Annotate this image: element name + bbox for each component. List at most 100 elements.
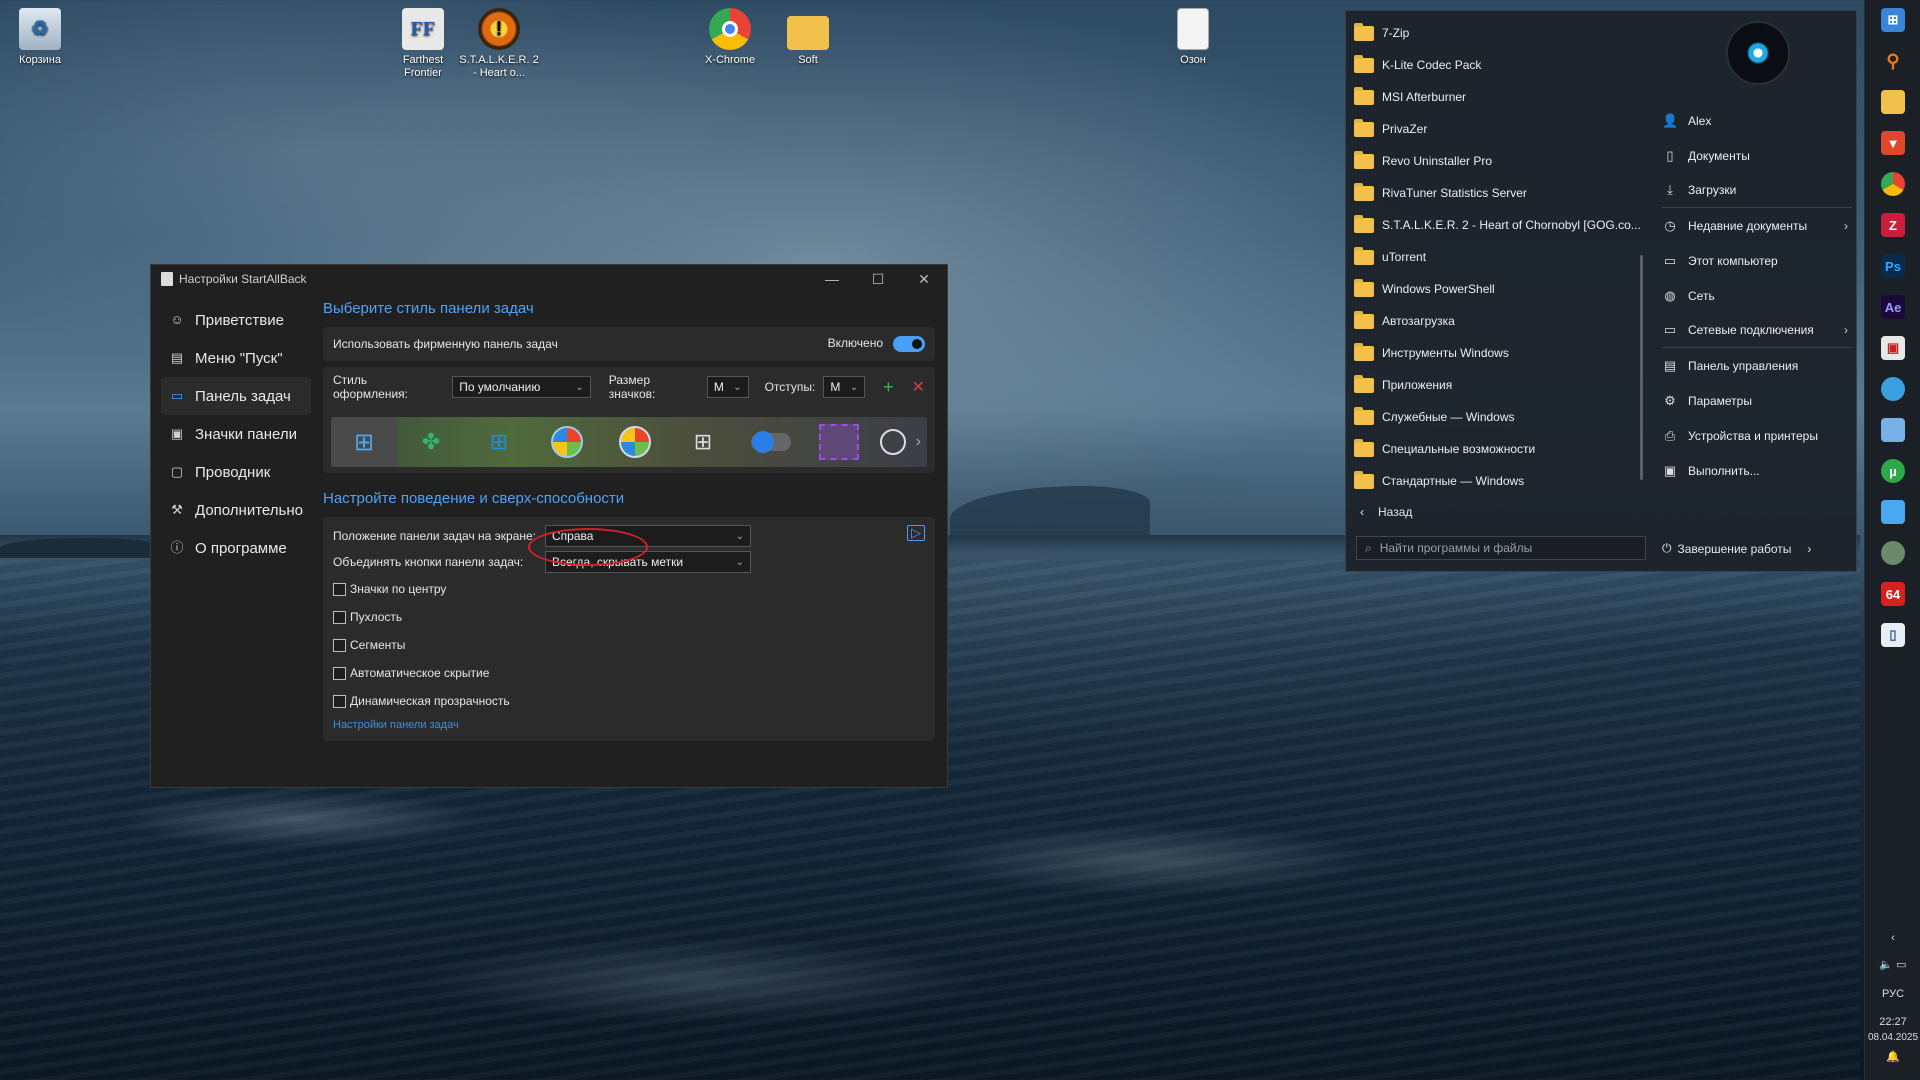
desktop-icon-recycle-bin[interactable]: ♻ Корзина (0, 8, 80, 67)
desktop-icon-soft[interactable]: Soft (768, 8, 848, 67)
maximize-icon[interactable]: ☐ (855, 265, 901, 293)
tray-chevron-up-icon[interactable]: ‹ (1865, 932, 1920, 944)
notepad-icon[interactable] (1881, 500, 1905, 524)
clock-date[interactable]: 08.04.2025 (1865, 1032, 1920, 1043)
program-item[interactable]: Windows PowerShell (1354, 273, 1644, 305)
program-item[interactable]: 7-Zip (1354, 17, 1644, 49)
notification-bell-icon[interactable]: 🔔 (1865, 1050, 1920, 1063)
program-item[interactable]: Автозагрузка (1354, 305, 1644, 337)
program-item[interactable]: Специальные возможности (1354, 433, 1644, 465)
utorrent-icon[interactable]: µ (1881, 459, 1905, 483)
right-item-user[interactable]: 👤 Alex (1662, 103, 1852, 138)
close-icon[interactable]: ✕ (901, 265, 947, 293)
program-item[interactable]: K-Lite Codec Pack (1354, 49, 1644, 81)
after-effects-icon[interactable]: Ae (1881, 295, 1905, 319)
checkbox-center-icons[interactable]: Значки по центру (323, 575, 935, 603)
app-icon[interactable]: ▣ (1881, 336, 1905, 360)
style-toggle-icon[interactable] (737, 417, 805, 467)
brave-icon[interactable]: ▼ (1881, 131, 1905, 155)
globe-icon[interactable] (1881, 377, 1905, 401)
right-item-downloads[interactable]: ⤓ Загрузки (1662, 173, 1852, 208)
start-button-icon[interactable]: ⊞ (1881, 8, 1905, 32)
start-search-input[interactable]: ⌕ Найти программы и файлы (1356, 536, 1646, 560)
photoshop-icon[interactable]: Ps (1881, 254, 1905, 278)
program-item[interactable]: PrivaZer (1354, 113, 1644, 145)
style-select[interactable]: По умолчанию ⌄ (452, 376, 591, 398)
icon-size-select[interactable]: M ⌄ (706, 376, 749, 398)
right-item-documents[interactable]: ▯ Документы (1662, 138, 1852, 173)
checkbox-segments[interactable]: Сегменты (323, 631, 935, 659)
nav-item-tray-icons[interactable]: ▣ Значки панели (161, 415, 311, 453)
network-tray-icon[interactable]: ▭ (1896, 959, 1906, 971)
right-item-network[interactable]: ◍ Сеть (1662, 278, 1852, 313)
program-item[interactable]: Revo Uninstaller Pro (1354, 145, 1644, 177)
nav-item-start-menu[interactable]: ▤ Меню "Пуск" (161, 339, 311, 377)
right-item-run[interactable]: ▣ Выполнить... (1662, 453, 1852, 488)
style-grid-icon[interactable]: ⊞ (669, 417, 737, 467)
chevron-right-icon[interactable]: › (916, 433, 921, 451)
program-item[interactable]: Инструменты Windows (1354, 337, 1644, 369)
style-win10-icon[interactable]: ⊞ (465, 417, 533, 467)
clock-time[interactable]: 22:27 (1865, 1016, 1920, 1028)
delete-icon[interactable]: ✕ (912, 377, 925, 397)
desktop-icon-ozon[interactable]: Озон (1153, 8, 1233, 67)
program-item[interactable]: Стандартные — Windows (1354, 465, 1644, 497)
program-item[interactable]: S.T.A.L.K.E.R. 2 - Heart of Chornobyl [G… (1354, 209, 1644, 241)
program-item[interactable]: uTorrent (1354, 241, 1644, 273)
padding-select[interactable]: M ⌄ (823, 376, 866, 398)
style-purple-grid-icon[interactable] (805, 417, 873, 467)
nav-item-taskbar[interactable]: ▭ Панель задач (161, 377, 311, 415)
style-win7-orb-icon[interactable] (533, 417, 601, 467)
nav-item-about[interactable]: ⓘ О программе (161, 529, 311, 567)
program-item[interactable]: MSI Afterburner (1354, 81, 1644, 113)
nav-item-advanced[interactable]: ⚒ Дополнительно (161, 491, 311, 529)
checkbox[interactable] (333, 610, 346, 624)
program-item[interactable]: RivaTuner Statistics Server (1354, 177, 1644, 209)
program-item[interactable]: Приложения (1354, 369, 1644, 401)
play-preview-icon[interactable]: ▷ (907, 525, 925, 541)
right-item-network-connections[interactable]: ▭ Сетевые подключения › (1662, 313, 1852, 348)
program-item[interactable]: Служебные — Windows (1354, 401, 1644, 433)
search-icon[interactable]: ⚲ (1881, 49, 1905, 73)
program-list-scrollbar[interactable] (1640, 255, 1643, 480)
style-circle-icon[interactable] (873, 417, 913, 467)
minimize-icon[interactable]: — (809, 265, 855, 293)
book-icon[interactable]: ▯ (1881, 623, 1905, 647)
desktop-icon-farthest-frontier[interactable]: FF Farthest Frontier (383, 8, 463, 80)
checkbox-chubby[interactable]: Пухлость (323, 603, 935, 631)
checkbox[interactable] (333, 666, 346, 680)
file-explorer-icon[interactable] (1881, 90, 1905, 114)
style-vista-orb-icon[interactable] (601, 417, 669, 467)
nav-label: Меню "Пуск" (195, 349, 283, 367)
add-icon[interactable]: + (883, 377, 894, 398)
style-clover-icon[interactable]: ✤ (397, 417, 465, 467)
checkbox-dynamic-transparency[interactable]: Динамическая прозрачность (323, 687, 935, 715)
user-avatar[interactable] (1726, 21, 1790, 85)
shutdown-button[interactable]: ⏻ Завершение работы › (1662, 541, 1811, 556)
disk-icon[interactable] (1881, 541, 1905, 565)
right-item-settings[interactable]: ⚙ Параметры (1662, 383, 1852, 418)
right-item-control-panel[interactable]: ▤ Панель управления (1662, 348, 1852, 383)
desktop-icon-stalker[interactable]: ! S.T.A.L.K.E.R. 2 - Heart o... (459, 8, 539, 80)
checkbox-autohide[interactable]: Автоматическое скрытие (323, 659, 935, 687)
style-win11-icon[interactable]: ⊞ (331, 417, 397, 467)
language-indicator[interactable]: РУС (1865, 988, 1920, 1000)
aida64-icon[interactable]: 64 (1881, 582, 1905, 606)
right-item-recent[interactable]: ◷ Недавние документы › (1662, 208, 1852, 243)
checkbox[interactable] (333, 638, 346, 652)
volume-icon[interactable]: 🔈 (1879, 959, 1893, 971)
nav-item-explorer[interactable]: ▢ Проводник (161, 453, 311, 491)
right-item-this-pc[interactable]: ▭ Этот компьютер (1662, 243, 1852, 278)
chrome-icon[interactable] (1881, 172, 1905, 196)
position-label: Положение панели задач на экране: (333, 529, 537, 543)
branded-taskbar-toggle[interactable] (893, 336, 925, 352)
back-button[interactable]: ‹ Назад (1360, 505, 1412, 519)
checkbox[interactable] (333, 582, 346, 596)
filezilla-icon[interactable]: Z (1881, 213, 1905, 237)
right-item-devices[interactable]: ⎙ Устройства и принтеры (1662, 418, 1852, 453)
desktop-icon-chrome[interactable]: X-Chrome (690, 8, 770, 67)
checkbox[interactable] (333, 694, 346, 708)
utility-icon[interactable] (1881, 418, 1905, 442)
taskbar-settings-link[interactable]: Настройки панели задач (323, 715, 935, 741)
nav-item-welcome[interactable]: ☺ Приветствие (161, 301, 311, 339)
